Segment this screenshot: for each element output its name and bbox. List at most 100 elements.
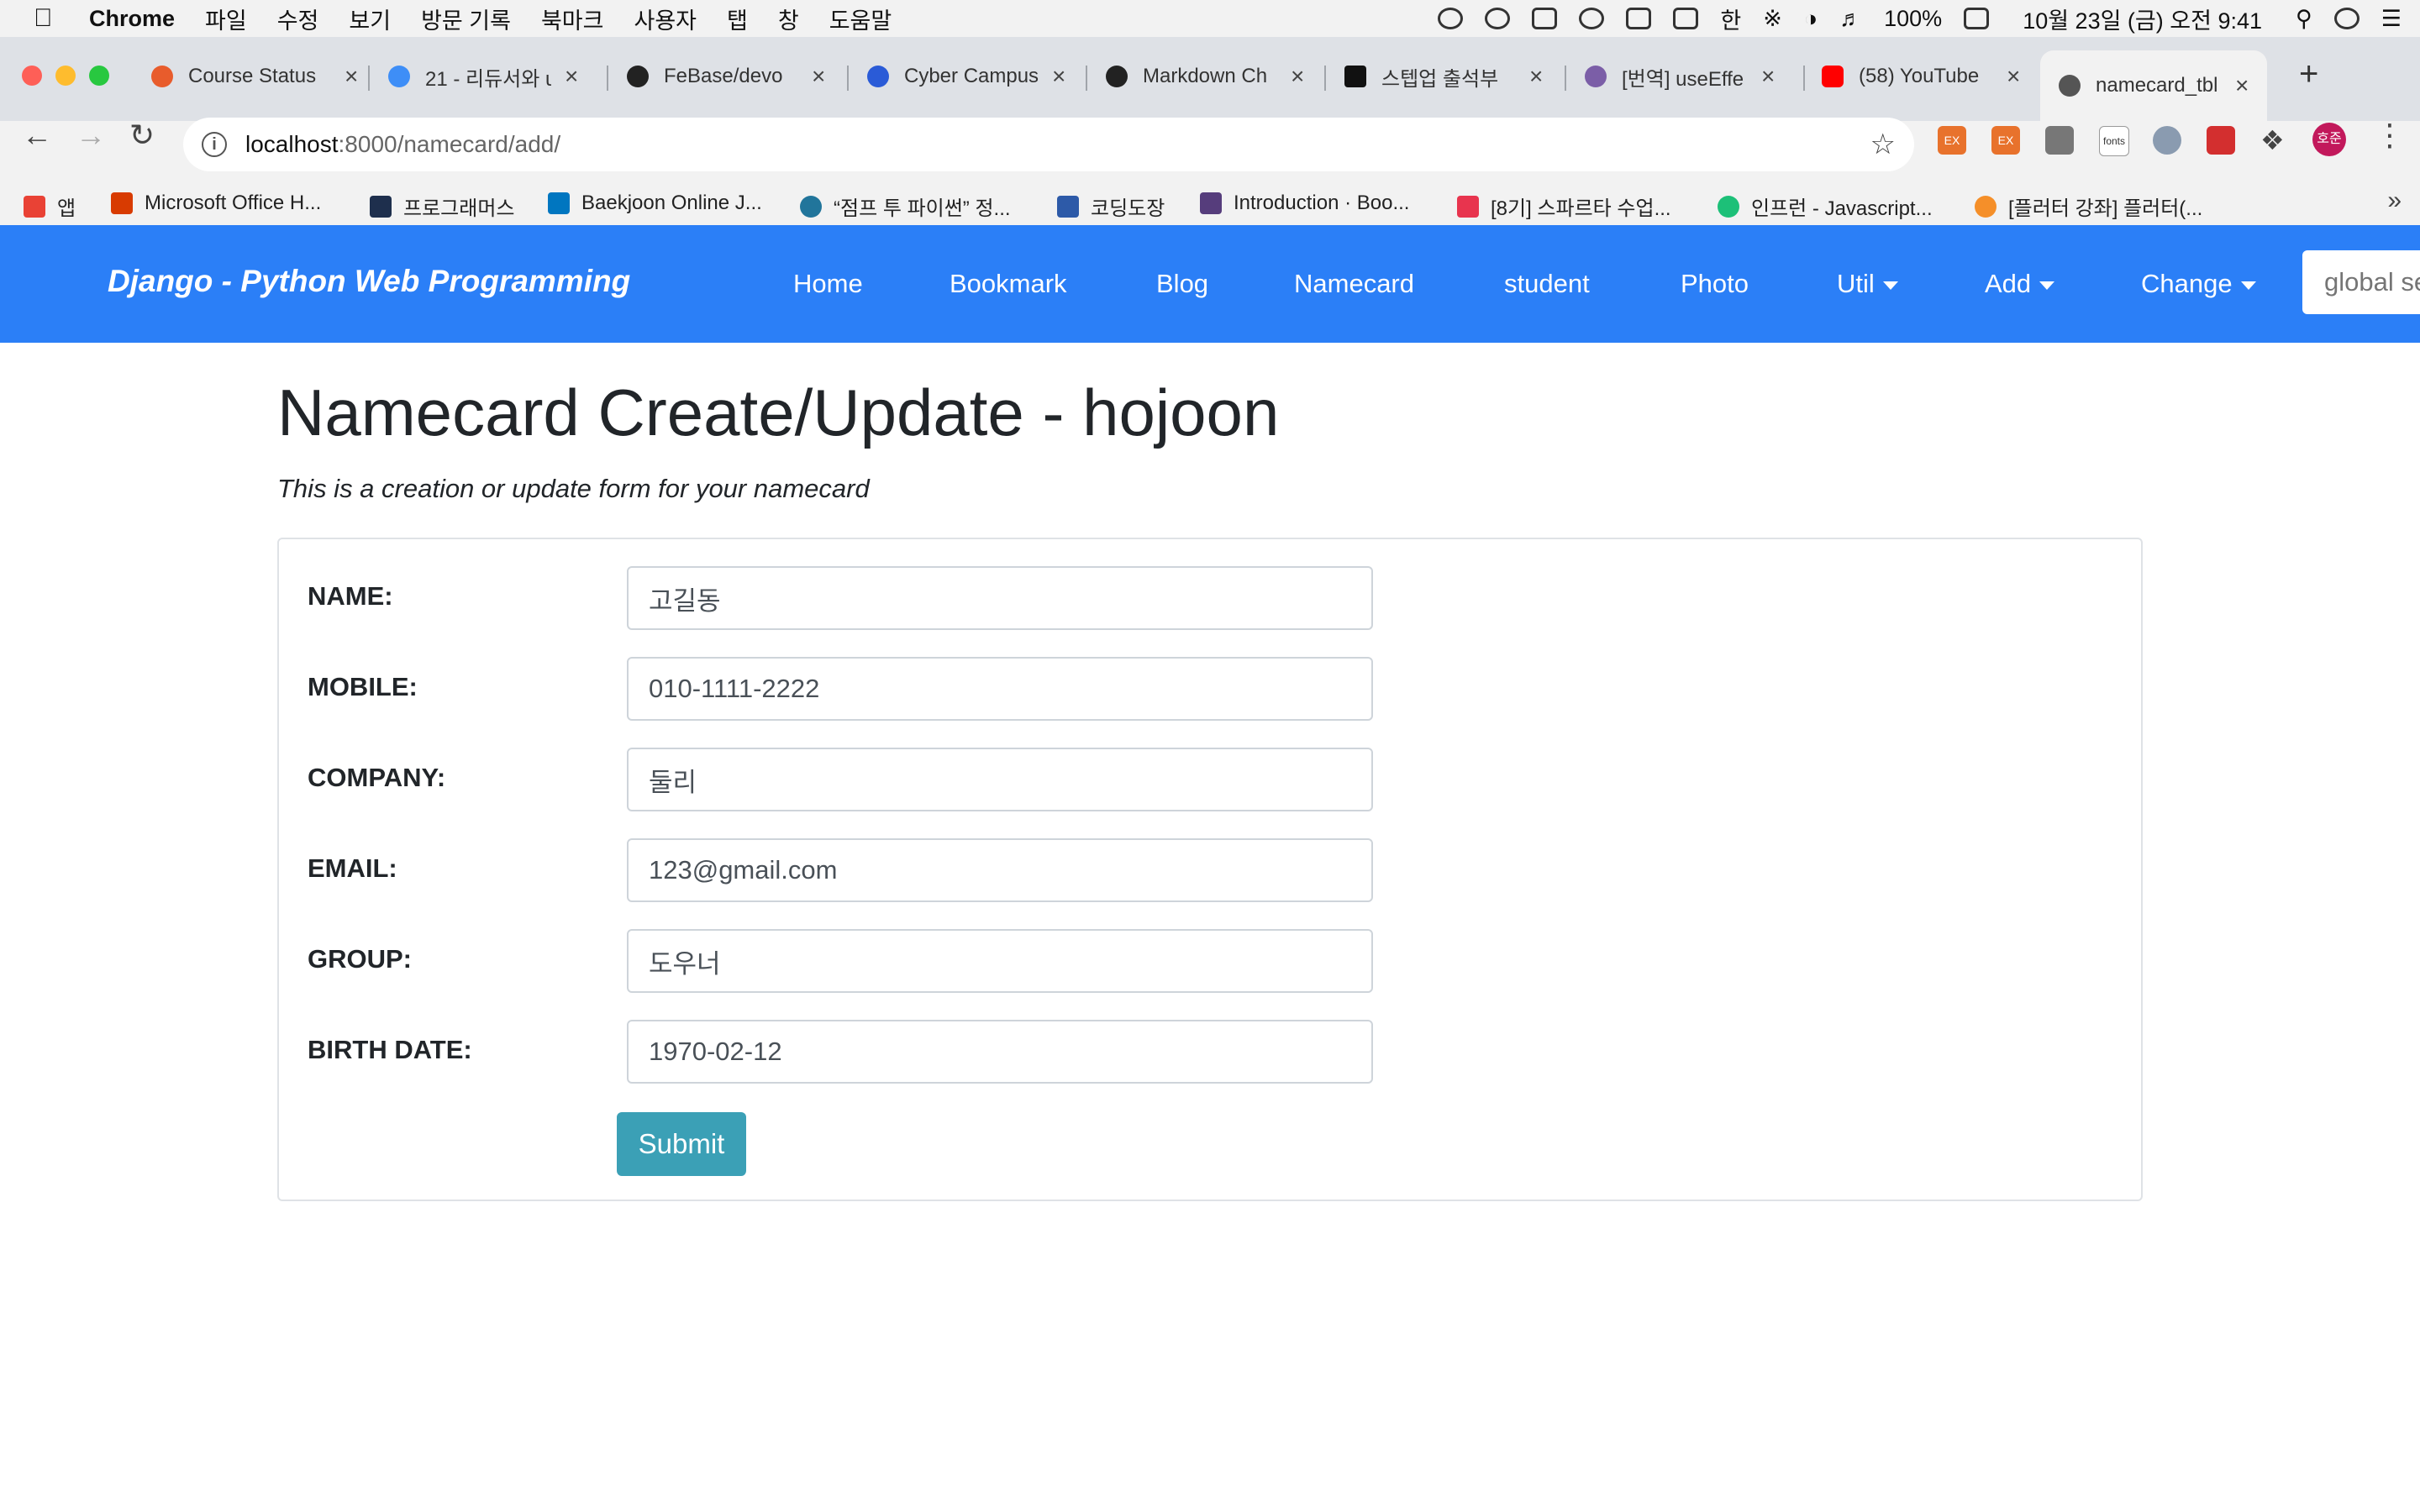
bookmark-item[interactable]: “점프 투 파이썬” 정... [800, 192, 1011, 221]
nav-blog[interactable]: Blog [1156, 269, 1208, 299]
display-icon[interactable] [1673, 8, 1699, 29]
address-bar[interactable]: i localhost:8000/namecard/add/ ☆ [183, 118, 1914, 171]
menu-help[interactable]: 도움말 [829, 3, 892, 35]
bookmark-item[interactable]: [플러터 강좌] 플러터(... [1975, 192, 2202, 221]
group-input[interactable] [627, 929, 1373, 993]
browser-tab[interactable]: FeBase/devo × [627, 50, 825, 102]
nav-home[interactable]: Home [793, 269, 863, 299]
siri-icon[interactable] [2333, 8, 2360, 29]
extension-fonts-icon[interactable]: fonts [2099, 126, 2129, 156]
bookmark-star-icon[interactable]: ☆ [1870, 128, 1896, 161]
extension-ex-icon[interactable]: EX [1991, 126, 2020, 155]
menu-file[interactable]: 파일 [205, 3, 247, 35]
company-input[interactable] [627, 748, 1373, 811]
window-minimize-button[interactable] [55, 66, 76, 86]
browser-tab[interactable]: Markdown Ch × [1106, 50, 1304, 102]
extension-i-icon[interactable] [2045, 126, 2074, 155]
tab-close-icon[interactable]: × [2235, 72, 2249, 99]
menu-chrome[interactable]: Chrome [89, 6, 175, 32]
extension-circle-icon[interactable] [2153, 126, 2181, 155]
menu-history[interactable]: 방문 기록 [421, 3, 511, 35]
bookmark-item[interactable]: 코딩도장 [1057, 192, 1165, 221]
tab-divider [1324, 66, 1326, 91]
window-close-button[interactable] [22, 66, 42, 86]
new-tab-button[interactable]: + [2299, 55, 2318, 93]
tab-divider [607, 66, 608, 91]
bookmark-item[interactable]: 프로그래머스 [370, 192, 514, 221]
dock-icon[interactable] [1626, 8, 1652, 29]
email-input[interactable] [627, 838, 1373, 902]
bluetooth-icon[interactable]: ※ [1763, 6, 1782, 32]
browser-tab[interactable]: 스텝업 출석부 × [1344, 50, 1543, 102]
extensions-puzzle-icon[interactable]: ❖ [2260, 126, 2289, 155]
menu-tab[interactable]: 탭 [727, 3, 748, 35]
bookmarks-overflow-icon[interactable]: » [2387, 186, 2402, 215]
menu-window[interactable]: 창 [778, 3, 799, 35]
extension-play-icon[interactable] [2207, 126, 2235, 155]
menu-bookmarks[interactable]: 북마크 [541, 3, 604, 35]
tab-favicon-icon [2059, 75, 2081, 97]
bookmark-item[interactable]: [8기] 스파르타 수업... [1457, 192, 1671, 221]
nav-photo[interactable]: Photo [1681, 269, 1749, 299]
nav-change-dropdown[interactable]: Change [2141, 269, 2256, 299]
caret-down-icon [2039, 281, 2055, 290]
site-info-icon[interactable]: i [202, 132, 227, 157]
chat-icon[interactable] [1485, 8, 1511, 29]
browser-tab-active[interactable]: namecard_tbl × [2040, 50, 2268, 121]
submit-button[interactable]: Submit [617, 1112, 746, 1176]
bookmark-item[interactable]: Microsoft Office H... [111, 192, 321, 215]
menu-edit[interactable]: 수정 [277, 3, 319, 35]
profile-avatar[interactable]: 호준 [2312, 123, 2346, 156]
menu-profiles[interactable]: 사용자 [634, 3, 697, 35]
apple-icon[interactable]:  [34, 4, 71, 33]
chrome-menu-icon[interactable]: ⋮ [2375, 118, 2405, 153]
input-source-indicator[interactable]: 한 [1720, 3, 1741, 35]
bookmark-item[interactable]: Introduction · Boo... [1200, 192, 1409, 215]
browser-tab[interactable]: Course Status × [151, 50, 358, 102]
name-input[interactable] [627, 566, 1373, 630]
bookmark-item[interactable]: 인프런 - Javascript... [1718, 192, 1933, 221]
back-arrow-icon[interactable]: ← [22, 118, 52, 153]
tab-close-icon[interactable]: × [1052, 63, 1065, 90]
tab-title: FeBase/devo [664, 65, 783, 87]
shield-icon[interactable] [1532, 8, 1558, 29]
tab-favicon-icon [388, 66, 410, 87]
nav-namecard[interactable]: Namecard [1294, 269, 1414, 299]
nav-add-dropdown[interactable]: Add [1985, 269, 2055, 299]
spotlight-search-icon[interactable]: ⚲ [2296, 6, 2312, 32]
forward-arrow-icon[interactable]: → [76, 118, 106, 153]
tab-close-icon[interactable]: × [2007, 63, 2020, 90]
tab-close-icon[interactable]: × [565, 63, 578, 90]
menu-view[interactable]: 보기 [349, 3, 391, 35]
tab-close-icon[interactable]: × [345, 63, 358, 90]
battery-icon[interactable] [1964, 8, 1990, 29]
page-title: Namecard Create/Update - hojoon [277, 375, 1280, 449]
window-zoom-button[interactable] [89, 66, 109, 86]
nav-bookmark[interactable]: Bookmark [950, 269, 1067, 299]
nav-util-dropdown[interactable]: Util [1837, 269, 1898, 299]
tab-close-icon[interactable]: × [812, 63, 825, 90]
browser-tab[interactable]: Cyber Campus × [867, 50, 1065, 102]
mobile-input[interactable] [627, 657, 1373, 721]
browser-tab[interactable]: (58) YouTube × [1822, 50, 2020, 102]
notification-center-icon[interactable]: ☰ [2381, 6, 2402, 32]
extension-ex-icon[interactable]: EX [1938, 126, 1966, 155]
wifi-icon[interactable]: ◑ [1804, 6, 1818, 32]
bookmark-item[interactable]: Baekjoon Online J... [548, 192, 762, 215]
sync-icon[interactable] [1438, 8, 1464, 29]
tab-close-icon[interactable]: × [1291, 63, 1304, 90]
clock[interactable]: 10월 23일 (금) 오전 9:41 [2023, 3, 2262, 35]
tab-close-icon[interactable]: × [1529, 63, 1543, 90]
site-brand[interactable]: Django - Python Web Programming [108, 264, 630, 299]
tab-close-icon[interactable]: × [1761, 63, 1775, 90]
browser-tab[interactable]: [번역] useEffe × [1585, 50, 1775, 102]
global-search-input[interactable] [2302, 250, 2420, 314]
bookmark-apps[interactable]: 앱 [24, 192, 76, 221]
reload-icon[interactable]: ↻ [129, 118, 155, 153]
volume-icon[interactable]: ♬ [1839, 6, 1862, 32]
nav-student[interactable]: student [1504, 269, 1590, 299]
browser-tab[interactable]: 21 - 리듀서와 u × [388, 50, 578, 102]
aperture-icon[interactable] [1579, 8, 1605, 29]
tab-title: [번역] useEffe [1622, 67, 1744, 91]
birth-date-input[interactable] [627, 1020, 1373, 1084]
